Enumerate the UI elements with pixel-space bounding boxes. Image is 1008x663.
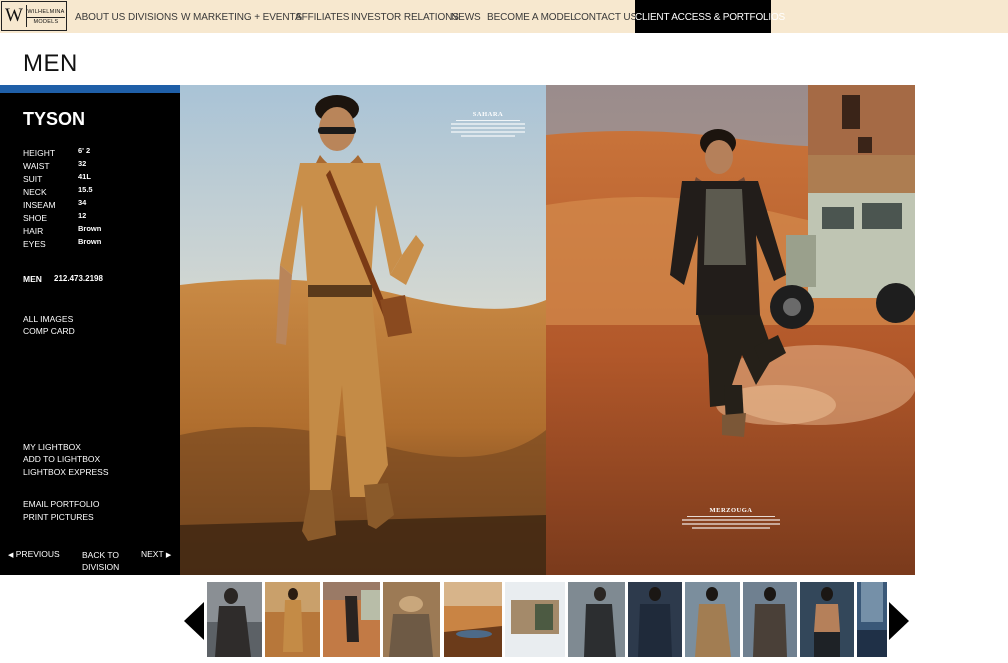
thumbnail[interactable] xyxy=(857,582,887,657)
stat-label-inseam: INSEAM xyxy=(23,200,56,210)
all-images-link[interactable]: ALL IMAGES xyxy=(23,314,73,324)
caption-fine-print xyxy=(451,127,525,129)
logo-line-1: WILHELMINA xyxy=(27,9,65,18)
caption-fine-print xyxy=(682,519,780,521)
stat-label-shoe: SHOE xyxy=(23,213,48,223)
desert-running-photo xyxy=(546,85,915,575)
right-caption-title: MERZOUGA xyxy=(709,507,753,514)
stat-label-neck: NECK xyxy=(23,187,47,197)
add-to-lightbox-link[interactable]: ADD TO LIGHTBOX xyxy=(23,454,100,464)
back-label-line-1: BACK TO xyxy=(82,550,120,560)
next-link[interactable]: NEXT ▶ xyxy=(141,549,171,559)
thumbnail-photo xyxy=(265,582,320,657)
division-label: MEN xyxy=(23,274,42,284)
next-label: NEXT xyxy=(141,549,164,559)
thumbnail[interactable] xyxy=(265,582,320,657)
left-caption: SAHARA xyxy=(448,111,528,139)
thumbnail-photo xyxy=(800,582,854,657)
thumbnail-photo xyxy=(383,582,440,657)
stat-value-suit: 41L xyxy=(78,172,91,181)
nav-about-us[interactable]: ABOUT US xyxy=(75,12,125,23)
thumbnail[interactable] xyxy=(800,582,854,657)
my-lightbox-link[interactable]: MY LIGHTBOX xyxy=(23,442,81,452)
page-title: MEN xyxy=(23,50,78,77)
triangle-left-icon: ◀ xyxy=(8,552,14,559)
stat-label-hair: HAIR xyxy=(23,226,44,236)
left-caption-title: SAHARA xyxy=(472,111,504,118)
triangle-right-icon: ▶ xyxy=(165,552,172,559)
thumbnail-photo xyxy=(857,582,887,657)
caption-fine-print xyxy=(692,527,770,529)
caption-fine-print xyxy=(451,123,525,125)
thumbnails-next-arrow-icon[interactable] xyxy=(889,602,909,640)
thumbnail[interactable] xyxy=(207,582,262,657)
logo-line-2: MODELS xyxy=(33,19,59,25)
thumbnail[interactable] xyxy=(628,582,682,657)
previous-label: PREVIOUS xyxy=(15,549,60,559)
nav-client-access[interactable]: CLIENT ACCESS & PORTFOLIOS xyxy=(635,0,785,33)
accent-stripe xyxy=(0,85,180,93)
caption-rule xyxy=(687,516,775,517)
nav-become-a-model[interactable]: BECOME A MODEL xyxy=(487,12,576,23)
stat-label-suit: SUIT xyxy=(23,174,43,184)
thumbnails-prev-arrow-icon[interactable] xyxy=(184,602,204,640)
stat-label-height: HEIGHT xyxy=(23,148,56,158)
logo-letter: W xyxy=(5,5,27,27)
thumbnail-photo xyxy=(323,582,380,657)
portfolio-spread[interactable]: SAHARA MERZOUGA xyxy=(180,85,915,575)
nav-affiliates[interactable]: AFFILIATES xyxy=(295,12,349,23)
thumbnail-photo xyxy=(685,582,740,657)
caption-fine-print xyxy=(461,135,515,137)
nav-news[interactable]: NEWS xyxy=(451,12,481,23)
left-page-photo: SAHARA xyxy=(180,85,546,575)
stat-value-height: 6' 2 xyxy=(78,146,91,155)
back-to-division-link[interactable]: BACK TO DIVISION xyxy=(82,549,119,573)
stat-value-hair: Brown xyxy=(78,224,102,233)
thumbnail-photo xyxy=(444,582,502,657)
stat-label-eyes: EYES xyxy=(23,239,46,249)
nav-divisions[interactable]: DIVISIONS xyxy=(128,12,178,23)
thumbnail[interactable] xyxy=(323,582,380,657)
top-nav: W WILHELMINA MODELS ABOUT US DIVISIONS W… xyxy=(0,0,1008,33)
thumbnail[interactable] xyxy=(505,582,565,657)
desert-walking-photo xyxy=(180,85,546,575)
thumbnail[interactable] xyxy=(444,582,502,657)
wilhelmina-logo[interactable]: W WILHELMINA MODELS xyxy=(1,1,67,31)
thumbnail[interactable] xyxy=(685,582,740,657)
thumbnail[interactable] xyxy=(568,582,625,657)
stat-label-waist: WAIST xyxy=(23,161,50,171)
thumbnail-photo xyxy=(628,582,682,657)
print-pictures-link[interactable]: PRINT PICTURES xyxy=(23,512,94,522)
comp-card-link[interactable]: COMP CARD xyxy=(23,326,75,336)
stat-value-shoe: 12 xyxy=(78,211,87,220)
right-caption: MERZOUGA xyxy=(676,507,786,531)
model-name: TYSON xyxy=(23,109,86,129)
thumbnail-photo xyxy=(505,582,565,657)
division-phone: 212.473.2198 xyxy=(54,274,103,283)
stat-value-waist: 32 xyxy=(78,159,87,168)
nav-investor-relations[interactable]: INVESTOR RELATIONS xyxy=(351,12,459,23)
caption-fine-print xyxy=(682,523,780,525)
caption-rule xyxy=(456,120,520,121)
previous-link[interactable]: ◀ PREVIOUS xyxy=(8,549,60,559)
caption-fine-print xyxy=(451,131,525,133)
lightbox-express-link[interactable]: LIGHTBOX EXPRESS xyxy=(23,467,109,477)
right-page-photo: MERZOUGA xyxy=(546,85,915,575)
stat-value-inseam: 34 xyxy=(78,198,87,207)
nav-w-marketing-events[interactable]: W MARKETING + EVENTS xyxy=(181,12,302,23)
stat-value-eyes: Brown xyxy=(78,237,102,246)
stat-value-neck: 15.5 xyxy=(78,185,93,194)
thumbnail-photo xyxy=(568,582,625,657)
thumbnail[interactable] xyxy=(383,582,440,657)
thumbnail-photo xyxy=(207,582,262,657)
email-portfolio-link[interactable]: EMAIL PORTFOLIO xyxy=(23,499,100,509)
thumbnail-photo xyxy=(743,582,797,657)
nav-contact-us[interactable]: CONTACT US xyxy=(574,12,637,23)
back-label-line-2: DIVISION xyxy=(82,562,120,572)
thumbnail[interactable] xyxy=(743,582,797,657)
model-sidebar: TYSON HEIGHT 6' 2 WAIST 32 SUIT 41L NECK… xyxy=(0,85,180,575)
